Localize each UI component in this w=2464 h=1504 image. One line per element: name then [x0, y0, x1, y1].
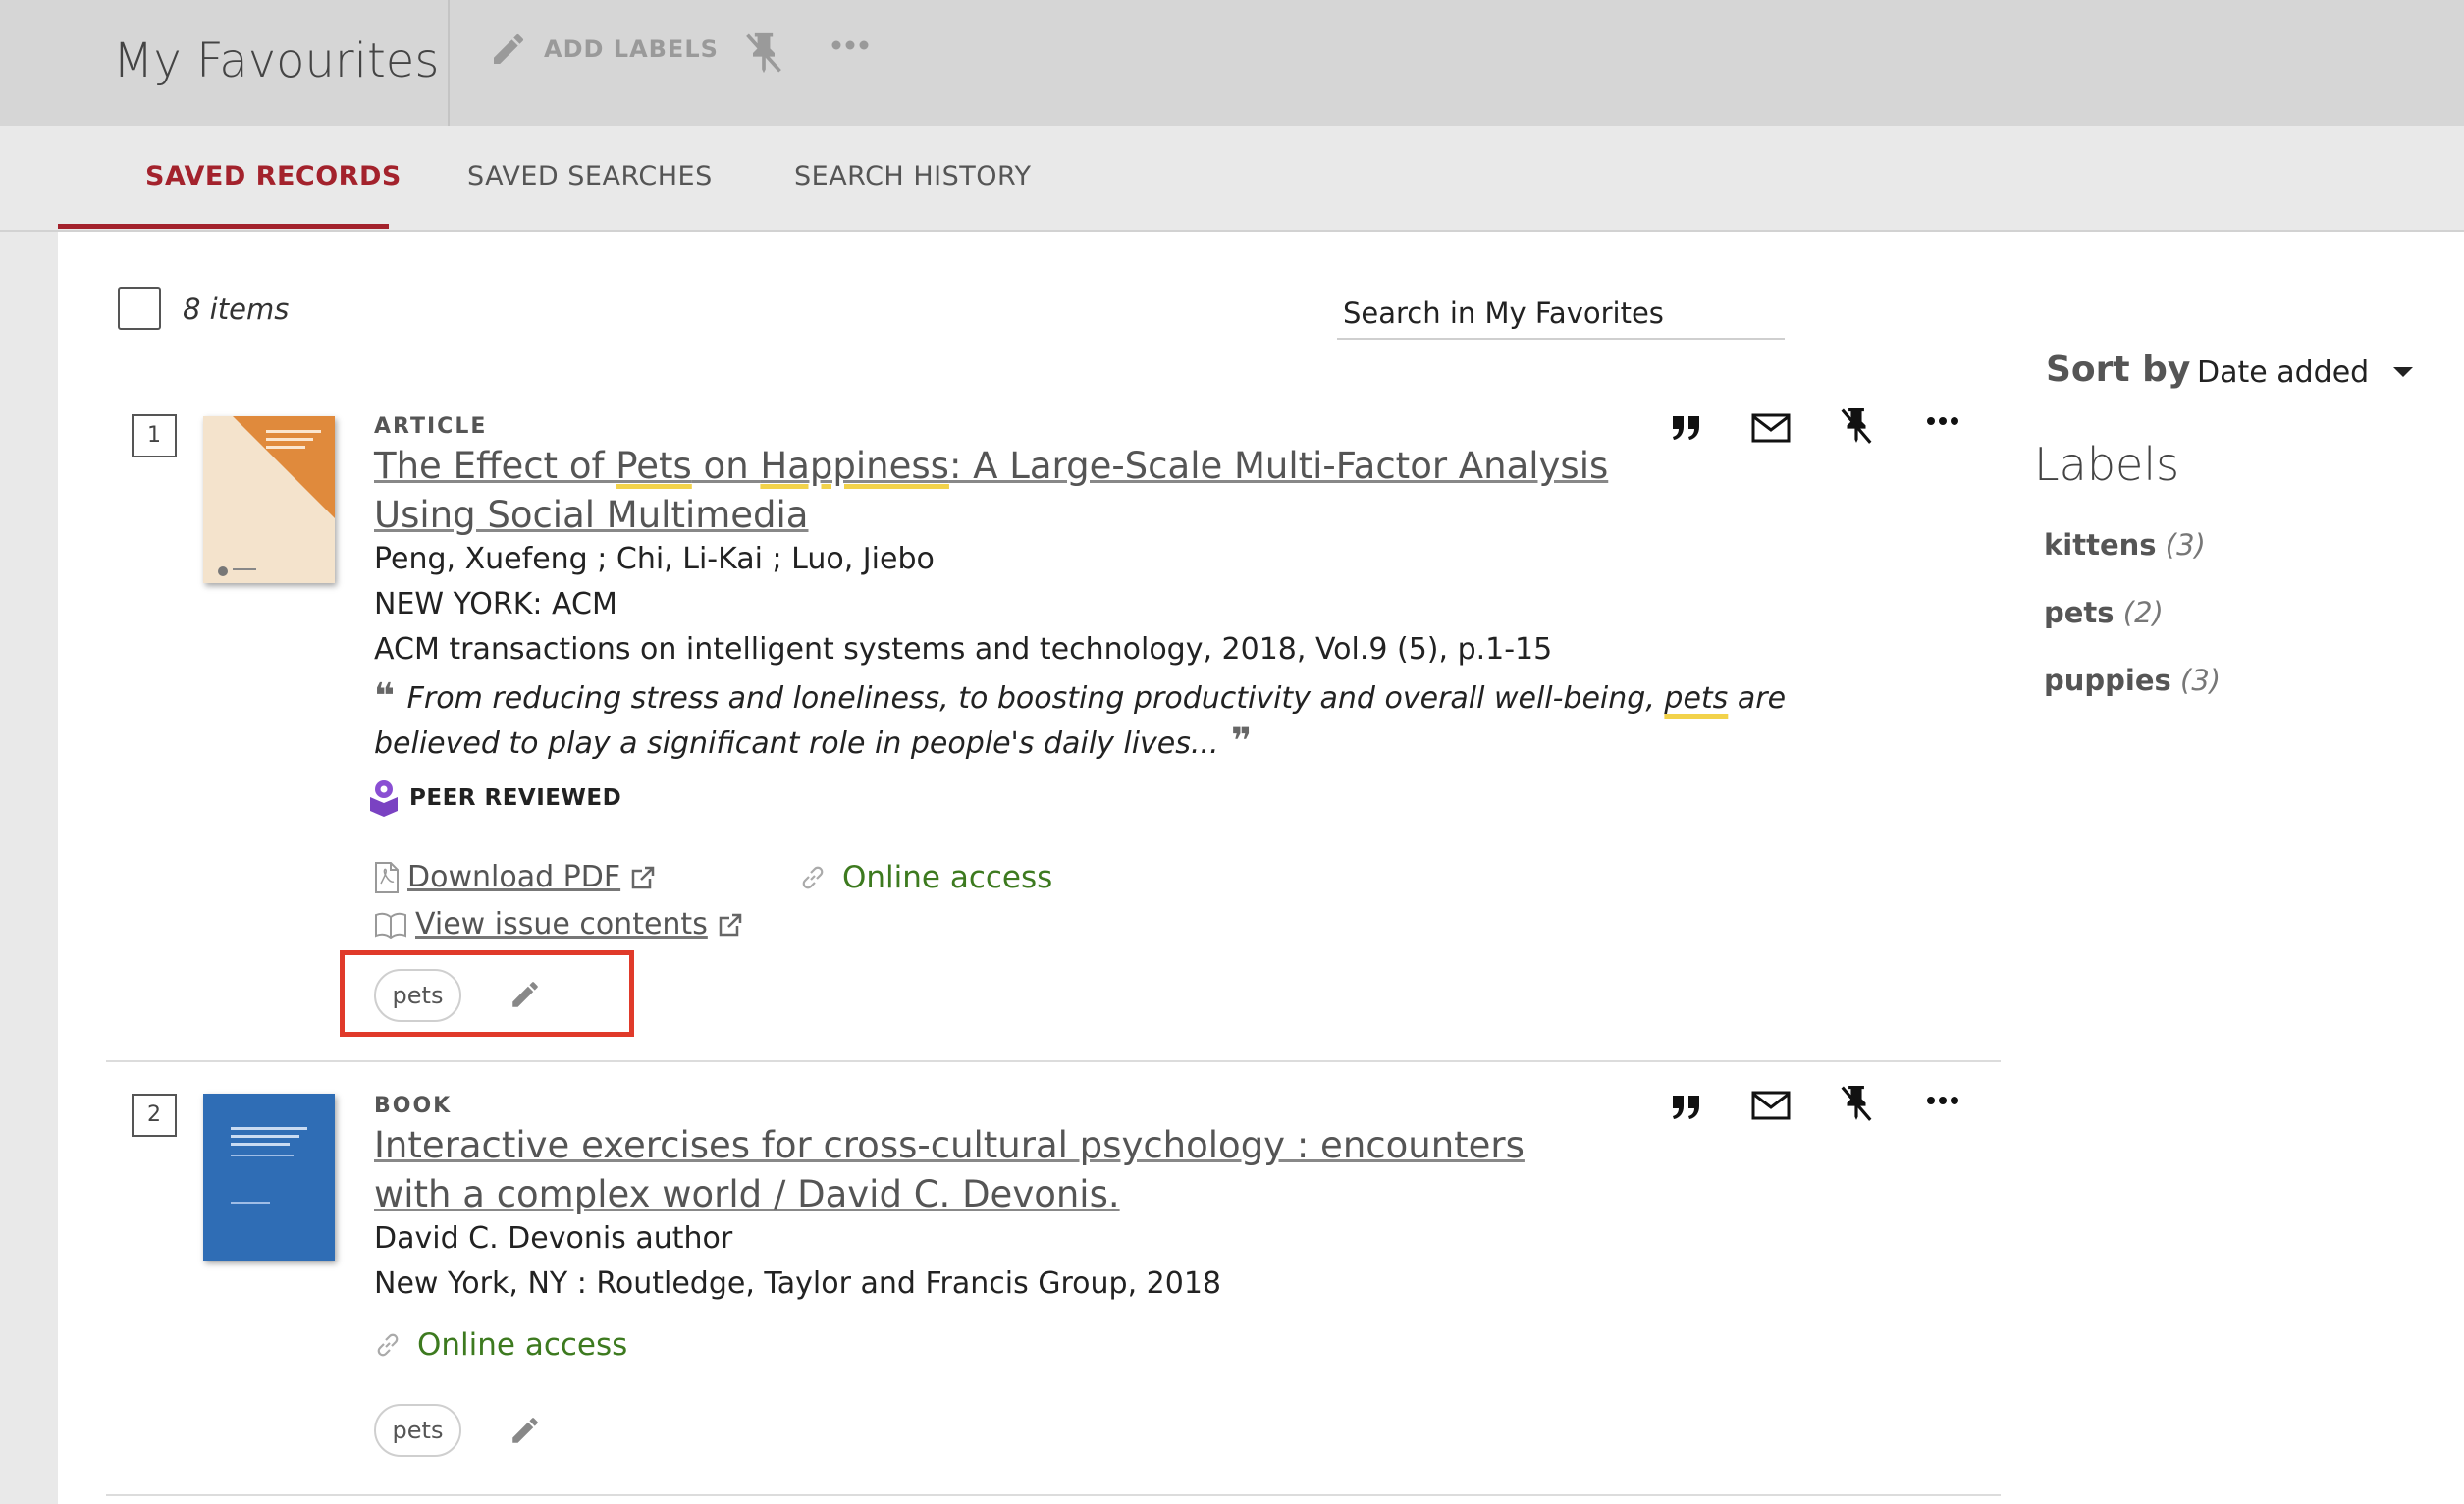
- items-count: 8 items: [183, 293, 290, 326]
- unpin-icon: [746, 32, 781, 74]
- label-filter-kittens[interactable]: kittens (3): [2044, 528, 2206, 562]
- tab-saved-searches[interactable]: SAVED SEARCHES: [467, 161, 713, 191]
- view-issue-contents-label: View issue contents: [415, 907, 708, 941]
- record-authors: David C. Devonis author: [374, 1221, 733, 1256]
- caret-down-icon[interactable]: [2391, 365, 2415, 379]
- sort-by-select[interactable]: Date added: [2197, 355, 2369, 390]
- online-access-label: Online access: [842, 860, 1053, 895]
- page-title: My Favourites: [113, 33, 440, 88]
- open-quote-icon: ❝: [374, 676, 407, 717]
- record-thumbnail[interactable]: [203, 1094, 335, 1261]
- close-quote-icon: ❞: [1218, 722, 1253, 762]
- record-number: 1: [132, 414, 177, 457]
- label-filter-pets[interactable]: pets (2): [2044, 596, 2164, 629]
- title-highlight: Happiness: [760, 445, 949, 487]
- title-highlight: Pets: [616, 445, 692, 487]
- label-name: pets: [2044, 596, 2115, 629]
- sort-by-label: Sort by: [2046, 349, 2191, 390]
- link-icon: [377, 1333, 399, 1357]
- add-labels-button[interactable]: ADD LABELS: [489, 29, 719, 69]
- record-authors: Peng, Xuefeng ; Chi, Li-Kai ; Luo, Jiebo: [374, 542, 935, 576]
- online-access-link[interactable]: Online access: [799, 860, 1052, 895]
- external-link-icon: [631, 866, 655, 888]
- unpin-icon[interactable]: [1838, 1082, 1875, 1127]
- title-part: The Effect of: [374, 445, 616, 487]
- record-publisher: NEW YORK: ACM: [374, 587, 617, 621]
- more-options-button[interactable]: [830, 39, 870, 51]
- snippet-part: From reducing stress and loneliness, to …: [406, 681, 1665, 716]
- record-source: ACM transactions on intelligent systems …: [374, 632, 1553, 667]
- label-chip[interactable]: pets: [374, 1404, 461, 1457]
- record-type: ARTICLE: [374, 414, 488, 439]
- label-name: puppies: [2044, 664, 2171, 697]
- title-part: on: [691, 445, 761, 487]
- unpin-icon[interactable]: [1838, 404, 1875, 450]
- external-link-icon: [719, 913, 742, 936]
- label-name: kittens: [2044, 528, 2157, 562]
- link-icon: [802, 866, 824, 889]
- record-separator: [106, 1060, 2001, 1062]
- more-actions-icon[interactable]: [1926, 416, 1959, 426]
- select-all-checkbox[interactable]: [118, 287, 161, 330]
- online-access-link[interactable]: Online access: [374, 1327, 627, 1363]
- book-cover-image: [203, 1094, 335, 1261]
- peer-reviewed-label: PEER REVIEWED: [409, 785, 622, 811]
- tabs-row: SAVED RECORDS SAVED SEARCHES SEARCH HIST…: [0, 126, 2464, 232]
- record-separator: [106, 1494, 2001, 1496]
- label-count: (2): [2122, 596, 2164, 629]
- search-favorites-input[interactable]: [1337, 289, 1785, 340]
- email-icon[interactable]: [1751, 1090, 1791, 1121]
- snippet-highlight: pets: [1664, 681, 1729, 716]
- label-count: (3): [2180, 664, 2222, 697]
- pdf-file-icon: [375, 861, 399, 893]
- record-type: BOOK: [374, 1094, 453, 1118]
- journal-cover-image: [203, 416, 335, 583]
- download-pdf-label: Download PDF: [407, 860, 621, 894]
- annotation-highlight-box: [340, 950, 634, 1037]
- cite-icon[interactable]: [1671, 414, 1702, 442]
- more-actions-icon[interactable]: [1926, 1096, 1959, 1105]
- unpin-button[interactable]: [742, 29, 785, 77]
- top-bar: My Favourites ADD LABELS: [0, 0, 2464, 126]
- view-issue-contents-link[interactable]: View issue contents: [374, 907, 743, 941]
- active-tab-indicator: [58, 224, 389, 229]
- add-labels-label: ADD LABELS: [544, 35, 719, 63]
- record-number: 2: [132, 1094, 177, 1137]
- peer-reviewed-badge: PEER REVIEWED: [368, 779, 621, 817]
- header-divider: [448, 0, 450, 126]
- book-icon: [375, 912, 406, 939]
- record-thumbnail[interactable]: [203, 416, 335, 583]
- record-snippet: ❝ From reducing stress and loneliness, t…: [374, 675, 1866, 766]
- labels-heading: Labels: [2034, 438, 2180, 491]
- peer-reviewed-icon: [370, 780, 398, 817]
- more-icon: [831, 40, 869, 50]
- record-title-link[interactable]: The Effect of Pets on Happiness: A Large…: [374, 442, 1611, 540]
- tab-saved-records[interactable]: SAVED RECORDS: [145, 161, 402, 191]
- label-count: (3): [2165, 528, 2206, 562]
- record-publisher: New York, NY : Routledge, Taylor and Fra…: [374, 1266, 1222, 1301]
- edit-labels-icon[interactable]: [509, 1414, 542, 1447]
- record-title-link[interactable]: Interactive exercises for cross-cultural…: [374, 1121, 1611, 1219]
- email-icon[interactable]: [1751, 412, 1791, 444]
- cite-icon[interactable]: [1671, 1094, 1702, 1121]
- online-access-label: Online access: [417, 1327, 628, 1363]
- download-pdf-link[interactable]: Download PDF: [374, 860, 656, 894]
- pencil-icon: [494, 33, 524, 64]
- tab-search-history[interactable]: SEARCH HISTORY: [794, 161, 1032, 191]
- label-filter-puppies[interactable]: puppies (3): [2044, 664, 2221, 697]
